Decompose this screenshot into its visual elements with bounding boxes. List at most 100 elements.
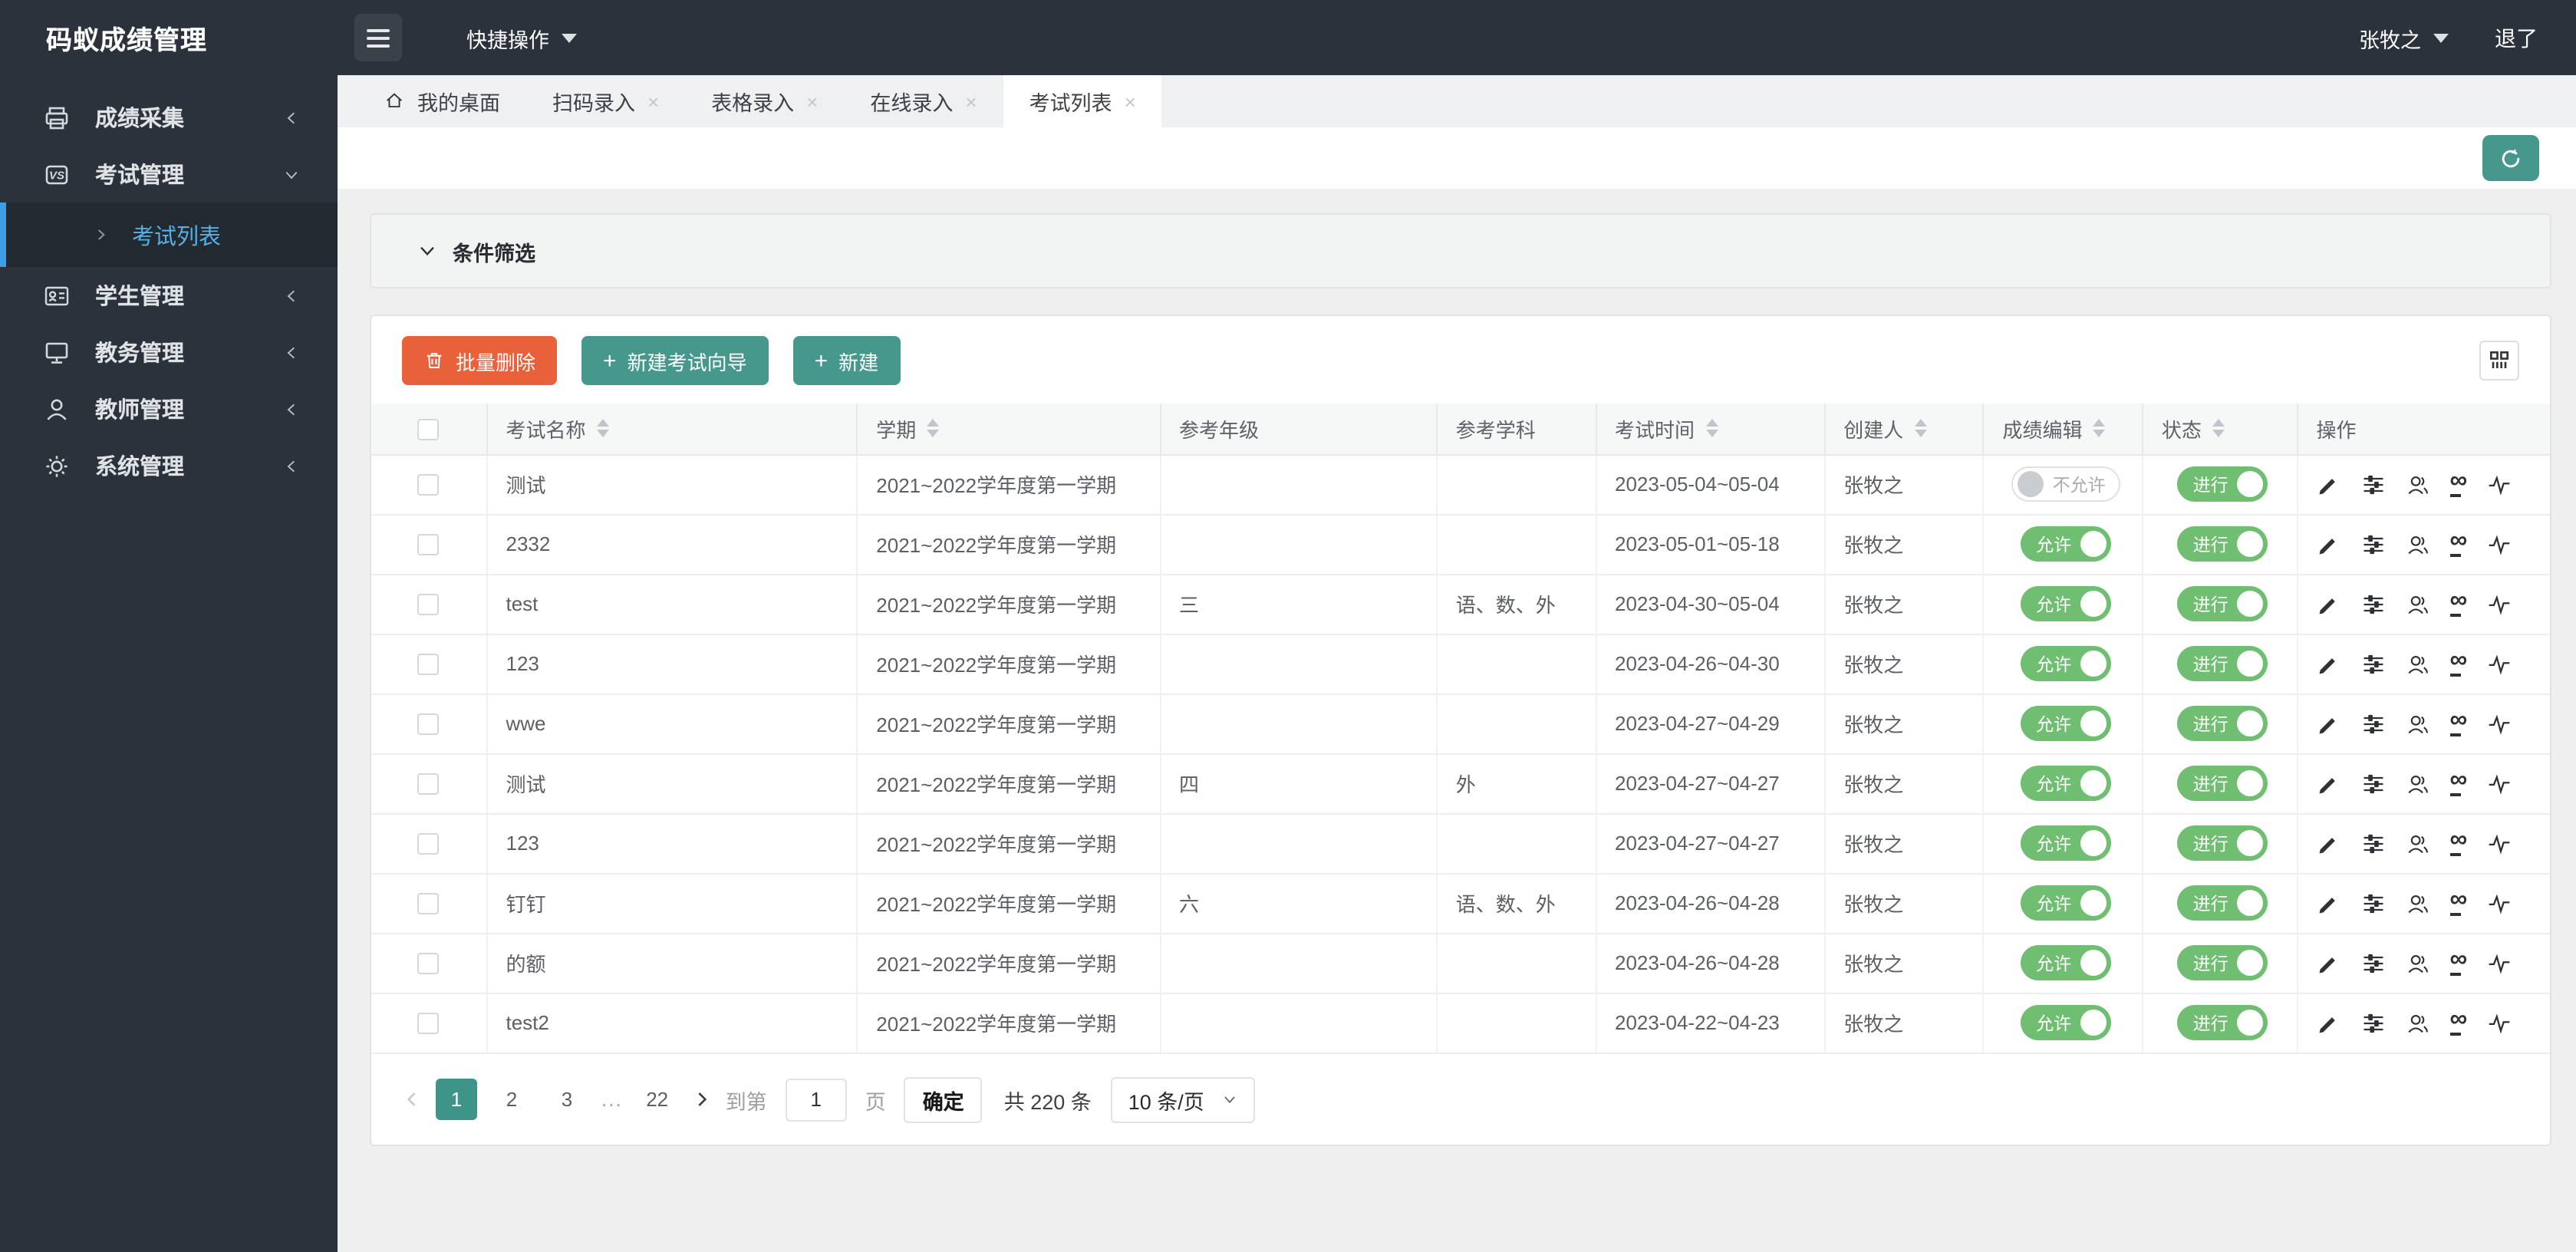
pagination-page-1[interactable]: 1 xyxy=(436,1079,477,1120)
participants-icon[interactable] xyxy=(2405,591,2429,616)
pagination-prev-icon[interactable] xyxy=(402,1089,422,1109)
new-button[interactable]: + 新建 xyxy=(792,336,901,385)
edit-pencil-icon[interactable] xyxy=(2316,472,2340,496)
tab-online-entry[interactable]: 在线录入 × xyxy=(844,75,1003,127)
column-header-term[interactable]: 学期 xyxy=(857,404,1161,455)
row-checkbox[interactable] xyxy=(417,654,440,676)
edit-permission-toggle[interactable]: 允许 xyxy=(2021,825,2112,861)
status-toggle[interactable]: 进行 xyxy=(2177,1005,2268,1040)
status-toggle[interactable]: 进行 xyxy=(2177,526,2268,562)
tab-scan-entry[interactable]: 扫码录入 × xyxy=(526,75,685,127)
edit-permission-toggle[interactable]: 允许 xyxy=(2021,586,2112,621)
column-header-name[interactable]: 考试名称 xyxy=(486,404,858,455)
row-checkbox[interactable] xyxy=(417,1013,440,1035)
participants-icon[interactable] xyxy=(2405,711,2429,736)
participants-icon[interactable] xyxy=(2405,1010,2429,1035)
status-toggle[interactable]: 进行 xyxy=(2177,586,2268,621)
participants-icon[interactable] xyxy=(2405,771,2429,796)
activity-icon[interactable] xyxy=(2487,472,2512,496)
link-infinity-icon[interactable]: ∞ xyxy=(2449,947,2467,975)
sort-icon[interactable] xyxy=(927,419,940,438)
edit-pencil-icon[interactable] xyxy=(2316,711,2340,736)
edit-pencil-icon[interactable] xyxy=(2316,951,2340,975)
confirm-button[interactable]: 确定 xyxy=(904,1076,983,1122)
row-checkbox[interactable] xyxy=(417,713,440,736)
link-infinity-icon[interactable]: ∞ xyxy=(2449,647,2467,676)
tab-close-icon[interactable]: × xyxy=(806,91,818,111)
activity-icon[interactable] xyxy=(2487,891,2512,915)
activity-icon[interactable] xyxy=(2487,711,2512,736)
sidebar-item-teacher-management[interactable]: 教师管理 xyxy=(0,381,338,437)
column-settings-button[interactable] xyxy=(2479,341,2519,381)
edit-permission-toggle[interactable]: 允许 xyxy=(2021,1005,2112,1040)
sliders-icon[interactable] xyxy=(2360,831,2385,855)
logout-button[interactable]: 退了 xyxy=(2495,22,2538,53)
sort-icon[interactable] xyxy=(1914,419,1927,438)
edit-pencil-icon[interactable] xyxy=(2316,651,2340,676)
status-toggle[interactable]: 进行 xyxy=(2177,885,2268,921)
sliders-icon[interactable] xyxy=(2360,891,2385,915)
link-infinity-icon[interactable]: ∞ xyxy=(2449,468,2467,496)
status-toggle[interactable]: 进行 xyxy=(2177,825,2268,861)
sliders-icon[interactable] xyxy=(2360,711,2385,736)
row-checkbox[interactable] xyxy=(417,953,440,975)
sort-icon[interactable] xyxy=(1705,419,1718,438)
column-header-select[interactable] xyxy=(371,404,488,455)
participants-icon[interactable] xyxy=(2405,532,2429,556)
edit-permission-toggle[interactable]: 允许 xyxy=(2021,706,2112,741)
row-checkbox[interactable] xyxy=(417,773,440,796)
sliders-icon[interactable] xyxy=(2360,771,2385,796)
column-header-creator[interactable]: 创建人 xyxy=(1824,404,1985,455)
link-infinity-icon[interactable]: ∞ xyxy=(2449,887,2467,915)
column-header-time[interactable]: 考试时间 xyxy=(1596,404,1826,455)
edit-permission-toggle[interactable]: 允许 xyxy=(2021,646,2112,681)
goto-page-input[interactable] xyxy=(785,1078,847,1121)
column-header-edit[interactable]: 成绩编辑 xyxy=(1983,404,2143,455)
edit-permission-toggle[interactable]: 允许 xyxy=(2021,766,2112,801)
participants-icon[interactable] xyxy=(2405,891,2429,915)
participants-icon[interactable] xyxy=(2405,472,2429,496)
participants-icon[interactable] xyxy=(2405,831,2429,855)
collapse-menu-button[interactable] xyxy=(354,14,402,61)
refresh-button[interactable] xyxy=(2482,135,2539,181)
row-checkbox[interactable] xyxy=(417,474,440,496)
edit-pencil-icon[interactable] xyxy=(2316,831,2340,855)
sidebar-item-student-management[interactable]: 学生管理 xyxy=(0,267,338,324)
edit-pencil-icon[interactable] xyxy=(2316,771,2340,796)
sidebar-item-academic-management[interactable]: 教务管理 xyxy=(0,324,338,381)
row-checkbox[interactable] xyxy=(417,833,440,855)
pagination-page-3[interactable]: 3 xyxy=(546,1079,588,1120)
status-toggle[interactable]: 进行 xyxy=(2177,646,2268,681)
select-all-checkbox[interactable] xyxy=(417,419,440,441)
edit-permission-toggle[interactable]: 允许 xyxy=(2021,526,2112,562)
link-infinity-icon[interactable]: ∞ xyxy=(2449,528,2467,556)
activity-icon[interactable] xyxy=(2487,951,2512,975)
link-infinity-icon[interactable]: ∞ xyxy=(2449,1007,2467,1035)
status-toggle[interactable]: 进行 xyxy=(2177,466,2268,502)
tab-close-icon[interactable]: × xyxy=(1125,91,1136,111)
tab-exam-list[interactable]: 考试列表 × xyxy=(1003,75,1162,127)
sliders-icon[interactable] xyxy=(2360,472,2385,496)
sort-icon[interactable] xyxy=(596,419,609,438)
edit-permission-toggle[interactable]: 允许 xyxy=(2021,945,2112,980)
tab-close-icon[interactable]: × xyxy=(647,91,659,111)
link-infinity-icon[interactable]: ∞ xyxy=(2449,767,2467,796)
sort-icon[interactable] xyxy=(2093,419,2106,438)
participants-icon[interactable] xyxy=(2405,651,2429,676)
participants-icon[interactable] xyxy=(2405,951,2429,975)
edit-pencil-icon[interactable] xyxy=(2316,1010,2340,1035)
activity-icon[interactable] xyxy=(2487,831,2512,855)
status-toggle[interactable]: 进行 xyxy=(2177,766,2268,801)
activity-icon[interactable] xyxy=(2487,591,2512,616)
edit-permission-toggle[interactable]: 不允许 xyxy=(2011,466,2121,502)
activity-icon[interactable] xyxy=(2487,771,2512,796)
quick-actions-dropdown[interactable]: 快捷操作 xyxy=(466,22,577,53)
row-checkbox[interactable] xyxy=(417,893,440,915)
batch-delete-button[interactable]: 批量删除 xyxy=(402,336,558,385)
pagination-page-2[interactable]: 2 xyxy=(491,1079,532,1120)
tab-my-desktop[interactable]: 我的桌面 xyxy=(357,75,526,127)
pagination-next-icon[interactable] xyxy=(692,1089,712,1109)
tab-form-entry[interactable]: 表格录入 × xyxy=(685,75,844,127)
sliders-icon[interactable] xyxy=(2360,1010,2385,1035)
tab-close-icon[interactable]: × xyxy=(965,91,977,111)
